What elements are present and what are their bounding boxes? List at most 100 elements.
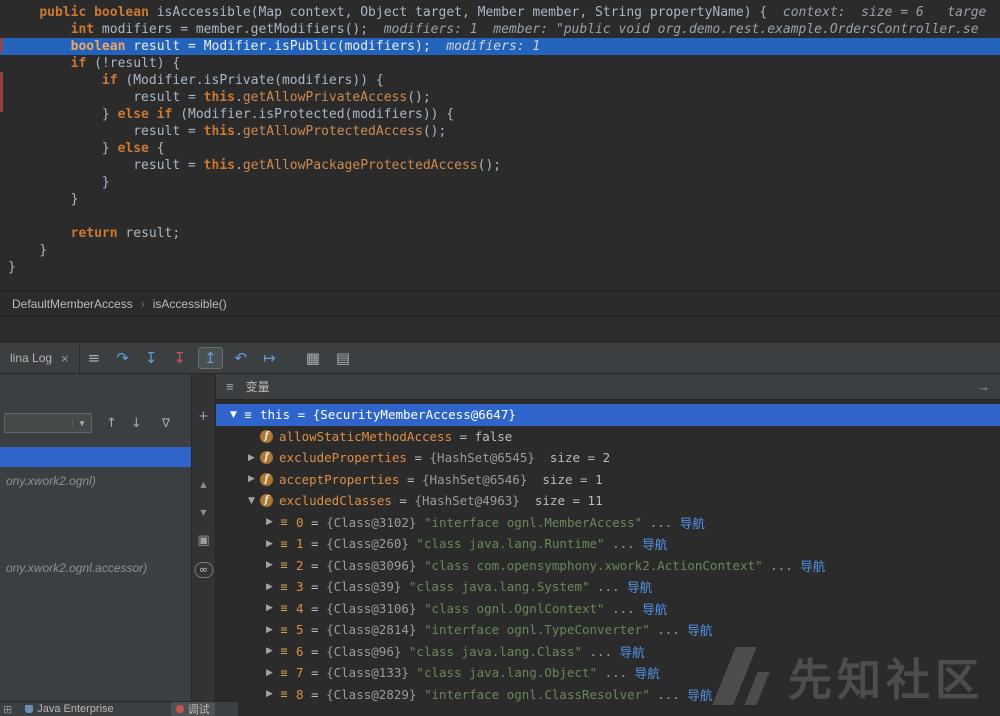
code-line[interactable]: [0, 208, 1000, 225]
navigate-link[interactable]: 导航: [800, 556, 825, 575]
code-token: else: [117, 107, 149, 122]
excluded-class-8[interactable]: ▶ ≡ 8 = {Class@2829} "interface ognl.Class…: [216, 684, 1000, 706]
frame-row[interactable]: [0, 447, 191, 467]
code-line[interactable]: result = this.getAllowPrivateAccess();: [0, 89, 1000, 106]
pin-icon[interactable]: →: [977, 379, 990, 394]
code-line[interactable]: }: [0, 191, 1000, 208]
frames-panel: ▼ ↑ ↓ ∇ ony.xwork2.ognl) ony.xwork2.ognl.…: [0, 374, 192, 716]
code-line[interactable]: result = this.getAllowProtectedAccess();: [0, 123, 1000, 140]
panel-menu-icon[interactable]: ≡: [226, 379, 234, 394]
variable-this[interactable]: ▼ ≡ this = {SecurityMemberAccess@6647}: [216, 404, 1000, 426]
code-line[interactable]: if (Modifier.isPrivate(modifiers)) {: [0, 72, 1000, 89]
code-line[interactable]: } else {: [0, 140, 1000, 157]
expand-arrow-icon[interactable]: ▶: [262, 668, 277, 678]
expand-arrow-icon[interactable]: ▶: [262, 539, 277, 549]
tab-catalina-log[interactable]: lina Log ×: [0, 343, 80, 373]
value-text: {HashSet@4963}: [414, 493, 520, 509]
value-text: {Class@3096}: [326, 557, 424, 573]
code-editor[interactable]: public boolean isAccessible(Map context,…: [0, 0, 1000, 290]
excluded-class-0[interactable]: ▶ ≡ 0 = {Class@3102} "interface ognl.Membe…: [216, 512, 1000, 534]
view-breakpoints-icon[interactable]: ▦: [306, 348, 320, 368]
excluded-class-1[interactable]: ▶ ≡ 1 = {Class@260} "class java.lang.Runti…: [216, 533, 1000, 555]
tool-windows-icon[interactable]: ⊞: [3, 703, 12, 716]
excluded-class-3[interactable]: ▶ ≡ 3 = {Class@39} "class java.lang.System…: [216, 576, 1000, 598]
value-text: this: [260, 407, 291, 423]
code-line[interactable]: int modifiers = member.getModifiers(); m…: [0, 21, 1000, 38]
frame-row[interactable]: ony.xwork2.ognl.accessor): [0, 558, 191, 578]
drop-frame-icon[interactable]: ↶: [235, 348, 248, 368]
value-text: "class ognl.OgnlContext": [423, 600, 605, 616]
value-text: excludedClasses: [279, 493, 392, 509]
evaluate-watch-icon[interactable]: ∞: [193, 562, 214, 578]
expand-arrow-icon[interactable]: ▶: [244, 474, 259, 484]
toolwindow-java-enterprise[interactable]: Java Enterprise: [20, 702, 118, 716]
code-line[interactable]: result = this.getAllowPackageProtectedAc…: [0, 157, 1000, 174]
execution-line[interactable]: boolean result = Modifier.isPublic(modif…: [0, 38, 1000, 55]
breadcrumb-class[interactable]: DefaultMemberAccess: [12, 297, 133, 311]
code-line[interactable]: }: [0, 242, 1000, 259]
navigate-link[interactable]: 导航: [627, 577, 652, 596]
variable-allowStaticMethodAccess[interactable]: f allowStaticMethodAccess = false: [216, 426, 1000, 448]
code-line[interactable]: }: [0, 174, 1000, 191]
code-token: (Modifier.isPrivate(modifiers)) {: [117, 73, 384, 88]
close-icon[interactable]: ×: [61, 351, 69, 366]
run-to-cursor-icon[interactable]: ↦: [263, 348, 276, 368]
code-line[interactable]: } else if (Modifier.isProtected(modifier…: [0, 106, 1000, 123]
excluded-class-5[interactable]: ▶ ≡ 5 = {Class@2814} "interface ognl.TypeC…: [216, 619, 1000, 641]
toolwindow-debug[interactable]: 调试: [170, 702, 215, 716]
code-line[interactable]: if (!result) {: [0, 55, 1000, 72]
navigate-link[interactable]: 导航: [635, 663, 660, 682]
add-watch-icon[interactable]: +: [198, 410, 209, 424]
value-text: {Class@39}: [326, 579, 409, 595]
variable-excludeProperties[interactable]: ▶ f excludeProperties = {HashSet@6545} siz…: [216, 447, 1000, 469]
collapse-arrow-icon[interactable]: ▼: [244, 496, 259, 506]
expand-arrow-icon[interactable]: ▶: [262, 603, 277, 613]
mute-breakpoints-icon[interactable]: ▤: [336, 348, 350, 368]
code-line[interactable]: public boolean isAccessible(Map context,…: [0, 4, 1000, 21]
excluded-class-7[interactable]: ▶ ≡ 7 = {Class@133} "class java.lang.Objec…: [216, 662, 1000, 684]
scroll-down-icon[interactable]: ▼: [200, 506, 206, 520]
code-token: else: [117, 141, 149, 156]
value-text: ...: [604, 536, 643, 552]
code-line[interactable]: return result;: [0, 225, 1000, 242]
navigate-link[interactable]: 导航: [642, 599, 667, 618]
expand-arrow-icon[interactable]: ▶: [262, 689, 277, 699]
navigate-link[interactable]: 导航: [687, 685, 712, 704]
toolwindow-label: 调试: [187, 704, 210, 716]
variable-acceptProperties[interactable]: ▶ f acceptProperties = {HashSet@6546} size…: [216, 469, 1000, 491]
scroll-up-icon[interactable]: ▲: [200, 478, 206, 492]
code-line[interactable]: }: [0, 259, 1000, 276]
frame-row[interactable]: ony.xwork2.ognl): [0, 471, 191, 491]
expand-arrow-icon[interactable]: ▶: [262, 582, 277, 592]
copy-stack-icon[interactable]: ▣: [197, 534, 209, 548]
breadcrumb-method[interactable]: isAccessible(): [153, 297, 227, 311]
collapse-arrow-icon[interactable]: ▼: [226, 410, 241, 420]
excluded-class-6[interactable]: ▶ ≡ 6 = {Class@96} "class java.lang.Class"…: [216, 641, 1000, 663]
expand-arrow-icon[interactable]: ▶: [244, 453, 259, 463]
step-into-icon[interactable]: ↧: [145, 348, 158, 368]
code-token: result = Modifier.isPublic(modifiers);: [125, 39, 447, 54]
inline-debug-hint: context: size = 6 targe: [782, 5, 987, 20]
toolbar-menu-icon[interactable]: ≡: [88, 348, 101, 368]
expand-arrow-icon[interactable]: ▶: [262, 646, 277, 656]
value-text: =: [303, 665, 327, 681]
breakpoint-marker: [0, 38, 3, 52]
value-text: {Class@96}: [326, 643, 409, 659]
code-token: }: [8, 175, 110, 190]
excluded-class-2[interactable]: ▶ ≡ 2 = {Class@3096} "class com.opensympho…: [216, 555, 1000, 577]
expand-arrow-icon[interactable]: ▶: [262, 560, 277, 570]
navigate-link[interactable]: 导航: [620, 642, 645, 661]
excluded-class-4[interactable]: ▶ ≡ 4 = {Class@3106} "class ognl.OgnlConte…: [216, 598, 1000, 620]
step-over-icon[interactable]: ↷: [116, 348, 129, 368]
expand-arrow-icon[interactable]: ▶: [262, 517, 277, 527]
force-step-into-icon[interactable]: ↧: [173, 348, 186, 368]
code-token: return: [70, 226, 118, 241]
navigate-link[interactable]: 导航: [680, 513, 705, 532]
variable-excludedClasses[interactable]: ▼ f excludedClasses = {HashSet@4963} size …: [216, 490, 1000, 512]
step-out-icon[interactable]: ↥: [197, 347, 223, 369]
navigate-link[interactable]: 导航: [642, 534, 667, 553]
navigate-link[interactable]: 导航: [687, 620, 712, 639]
expand-arrow-icon[interactable]: ▶: [262, 625, 277, 635]
value-text: 5: [296, 622, 304, 638]
